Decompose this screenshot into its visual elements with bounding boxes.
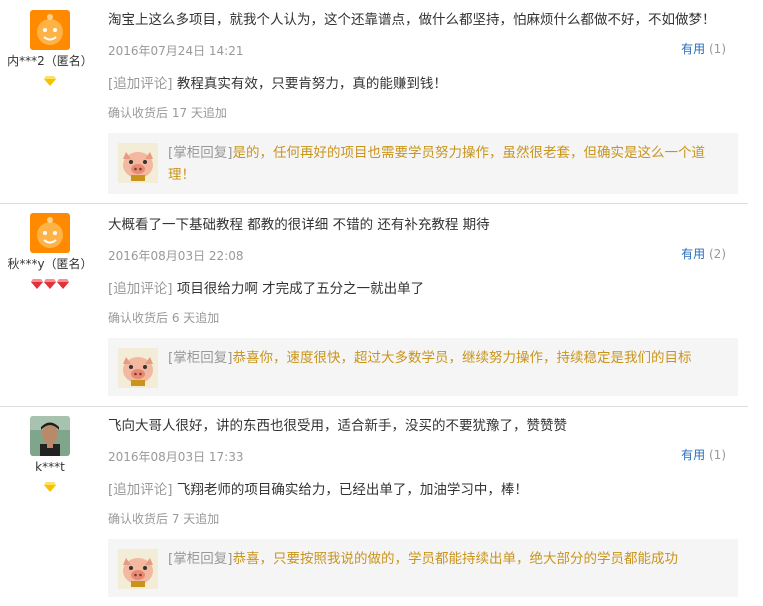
review-date: 2016年08月03日 22:08 xyxy=(108,249,244,263)
seller-reply: [掌柜回复]是的，任何再好的项目也需要学员努力操作，虽然很老套，但确实是这么一个… xyxy=(108,133,738,194)
useful-button[interactable]: 有用 xyxy=(681,448,705,462)
review-text: 淘宝上这么多项目，就我个人认为，这个还靠谱点，做什么都坚持，怕麻烦什么都做不好，… xyxy=(108,12,716,28)
reviewer-name: 内***2（匿名） xyxy=(7,54,93,68)
red-heart-icon xyxy=(44,274,56,289)
user-photo-avatar-icon[interactable] xyxy=(30,416,70,456)
taobao-default-avatar-icon[interactable] xyxy=(30,10,70,50)
reply-tag: [掌柜回复] xyxy=(168,551,233,567)
useful-button[interactable]: 有用 xyxy=(681,42,705,56)
reviewer-info: 内***2（匿名） xyxy=(0,0,100,86)
buyer-rank xyxy=(0,477,100,492)
append-text: 飞翔老师的项目确实给力，已经出单了，加油学习中，棒！ xyxy=(176,482,528,498)
yellow-diamond-icon xyxy=(44,71,56,86)
shop-pig-avatar-icon xyxy=(118,549,158,589)
review-divider xyxy=(0,203,748,204)
reviewer-info: 秋***y（匿名） xyxy=(0,203,100,289)
reply-tag: [掌柜回复] xyxy=(168,145,233,161)
reply-tag: [掌柜回复] xyxy=(168,350,233,366)
review-divider xyxy=(0,406,748,407)
append-review: [追加评论] 教程真实有效，只要肯努力，真的能赚到钱！ xyxy=(108,74,738,94)
shop-pig-avatar-icon xyxy=(118,143,158,183)
append-review: [追加评论] 飞翔老师的项目确实给力，已经出单了，加油学习中，棒！ xyxy=(108,480,738,500)
append-meta: 确认收货后 6 天追加 xyxy=(108,311,220,325)
useful-count: (1) xyxy=(709,42,726,56)
append-meta: 确认收货后 17 天追加 xyxy=(108,106,227,120)
useful-vote[interactable]: 有用 (1) xyxy=(681,40,726,57)
reviewer-name: 秋***y（匿名） xyxy=(7,257,93,271)
append-text: 教程真实有效，只要肯努力，真的能赚到钱！ xyxy=(176,76,447,92)
useful-count: (1) xyxy=(709,448,726,462)
append-tag: [追加评论] xyxy=(108,76,173,92)
buyer-rank xyxy=(0,71,100,86)
append-tag: [追加评论] xyxy=(108,482,173,498)
yellow-diamond-icon xyxy=(44,477,56,492)
taobao-default-avatar-icon[interactable] xyxy=(30,213,70,253)
useful-vote[interactable]: 有用 (2) xyxy=(681,245,726,262)
review-text: 大概看了一下基础教程 都教的很详细 不错的 还有补充教程 期待 xyxy=(108,217,490,233)
useful-vote[interactable]: 有用 (1) xyxy=(681,446,726,463)
red-heart-icon xyxy=(31,274,43,289)
shop-pig-avatar-icon xyxy=(118,348,158,388)
reply-text: 恭喜你，速度很快，超过大多数学员，继续努力操作，持续稳定是我们的目标 xyxy=(232,350,692,366)
review-text: 飞向大哥人很好，讲的东西也很受用，适合新手，没买的不要犹豫了，赞赞赞 xyxy=(108,418,567,434)
review-date: 2016年08月03日 17:33 xyxy=(108,450,244,464)
reply-text: 是的，任何再好的项目也需要学员努力操作，虽然很老套，但确实是这么一个道理！ xyxy=(168,145,706,183)
review-date: 2016年07月24日 14:21 xyxy=(108,44,244,58)
append-meta: 确认收货后 7 天追加 xyxy=(108,512,220,526)
append-tag: [追加评论] xyxy=(108,281,173,297)
useful-count: (2) xyxy=(709,247,726,261)
reply-text: 恭喜，只要按照我说的做的，学员都能持续出单，绝大部分的学员都能成功 xyxy=(232,551,679,567)
append-review: [追加评论] 项目很给力啊 才完成了五分之一就出单了 xyxy=(108,279,738,299)
red-heart-icon xyxy=(57,274,69,289)
seller-reply: [掌柜回复]恭喜你，速度很快，超过大多数学员，继续努力操作，持续稳定是我们的目标 xyxy=(108,338,738,396)
useful-button[interactable]: 有用 xyxy=(681,247,705,261)
reviewer-name: k***t xyxy=(35,460,65,474)
seller-reply: [掌柜回复]恭喜，只要按照我说的做的，学员都能持续出单，绝大部分的学员都能成功 xyxy=(108,539,738,597)
reviewer-info: k***t xyxy=(0,406,100,492)
buyer-rank xyxy=(0,274,100,289)
append-text: 项目很给力啊 才完成了五分之一就出单了 xyxy=(176,281,425,297)
